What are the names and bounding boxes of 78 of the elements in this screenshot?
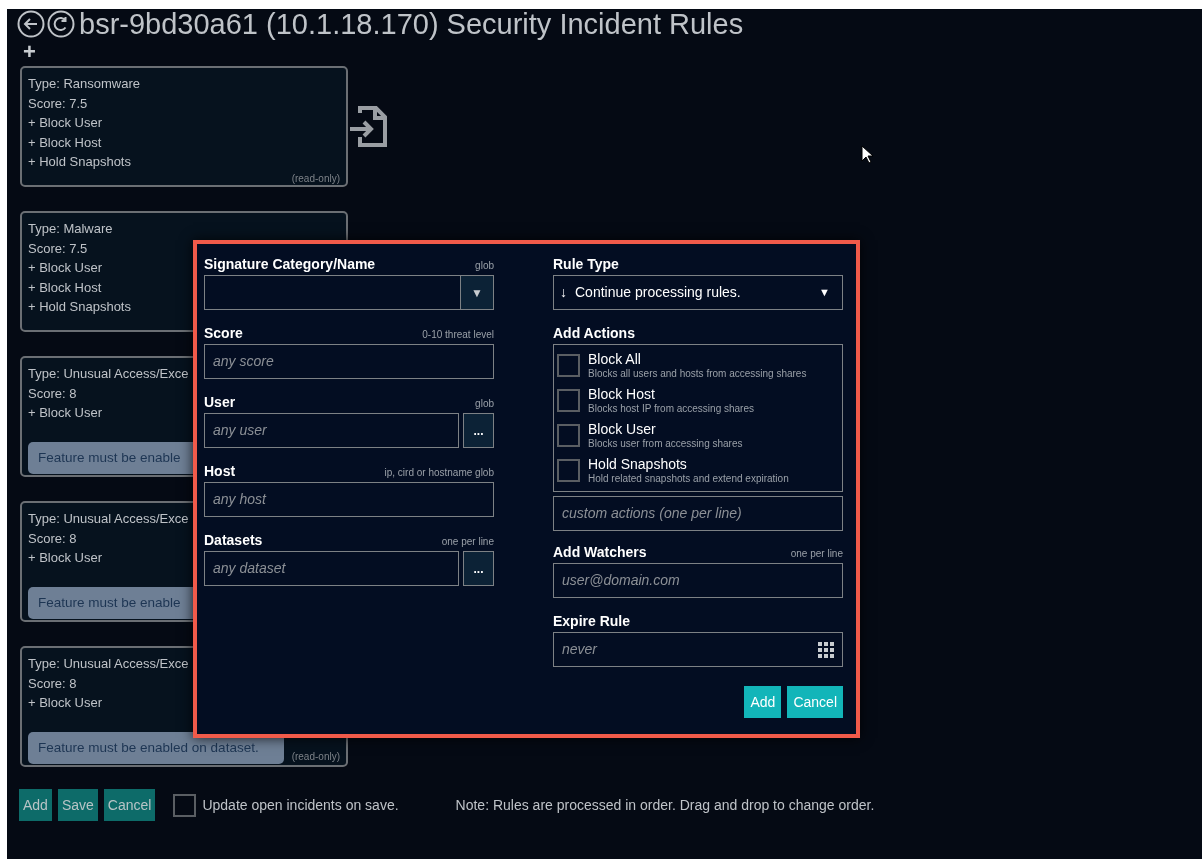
rule-line: + Block User xyxy=(28,114,103,132)
rule-line: + Hold Snapshots xyxy=(28,153,131,171)
caret-icon: ▼ xyxy=(819,284,830,301)
read-only-label: (read-only) xyxy=(291,173,340,184)
field-label: Add Watchers xyxy=(553,545,647,559)
action-description: Hold related snapshots and extend expiration xyxy=(588,472,789,485)
field-hint: glob xyxy=(475,399,494,409)
rule-line: + Block User xyxy=(28,549,103,567)
action-title: Block User xyxy=(588,421,657,437)
rule-line: + Hold Snapshots xyxy=(28,298,131,316)
arrow-down-icon: ↓ xyxy=(560,282,567,303)
rule-line: Score: 8 xyxy=(28,384,77,403)
checkbox-label: Update open incidents on save. xyxy=(202,795,399,815)
select-value: Continue processing rules. xyxy=(575,283,742,302)
action-option[interactable]: Block All Blocks all users and hosts from accessing shares xyxy=(557,351,839,380)
action-option[interactable]: Block Host Blocks host IP from accessing shares xyxy=(557,386,839,415)
checkbox[interactable] xyxy=(557,424,580,447)
date-field[interactable]: never xyxy=(553,632,843,667)
rule-line: Score: 7.5 xyxy=(28,239,88,258)
input-field[interactable]: any score xyxy=(204,344,494,379)
page-title: bsr-9bd30a61 (10.1.18.170) Security Incident Rules xyxy=(79,9,744,39)
rule-type-select[interactable]: ↓ Continue processing rules. ▼ xyxy=(553,275,843,310)
rule-line: Score: 8 xyxy=(28,674,77,693)
action-option[interactable]: Block User Blocks user from accessing shares xyxy=(557,421,839,450)
field-label: User xyxy=(204,395,236,409)
input-field[interactable]: any dataset xyxy=(204,551,459,586)
add-rule-button[interactable]: + xyxy=(23,41,36,63)
rule-line: Type: Unusual Access/Exce xyxy=(28,365,189,383)
input-field[interactable]: user@domain.com xyxy=(553,563,843,598)
rule-line: + Block User xyxy=(28,404,103,422)
input-field[interactable]: custom actions (one per line) xyxy=(553,496,843,531)
input-field[interactable]: any host xyxy=(204,482,494,517)
note-text: Note: Rules are processed in order. Drag and drop to change order. xyxy=(455,795,875,815)
action-option[interactable]: Hold Snapshots Hold related snapshots and extend expiration xyxy=(557,456,839,485)
select-field[interactable]: ▼ xyxy=(204,275,494,310)
caret-icon: ▼ xyxy=(460,276,493,309)
field-label: Expire Rule xyxy=(553,614,631,628)
field-hint: ip, cird or hostname glob xyxy=(384,468,494,478)
refresh-icon[interactable] xyxy=(47,10,75,38)
browse-button[interactable]: ... xyxy=(463,413,494,448)
rule-line: + Block User xyxy=(28,259,103,277)
field-hint: glob xyxy=(475,261,494,271)
action-description: Blocks host IP from accessing shares xyxy=(588,402,754,415)
field-hint: one per line xyxy=(790,549,843,559)
field-label: Datasets xyxy=(204,533,263,547)
calendar-grid-icon xyxy=(818,641,834,658)
feature-notice: Feature must be enabled on dataset. xyxy=(28,732,284,764)
checkbox[interactable] xyxy=(557,389,580,412)
read-only-label: (read-only) xyxy=(291,752,340,762)
rule-line: Type: Unusual Access/Exce xyxy=(28,655,189,673)
footer-button[interactable]: Cancel xyxy=(103,789,156,821)
field-label: Add Actions xyxy=(553,326,635,340)
action-title: Hold Snapshots xyxy=(588,456,688,472)
footer-button[interactable]: Add xyxy=(19,789,52,821)
rule-card[interactable]: Type: Ransomware Score: 7.5 + Block User + Block Host + Hold Snapshots (read-only) xyxy=(20,66,348,187)
checkbox[interactable] xyxy=(557,354,580,377)
action-title: Block All xyxy=(588,351,642,367)
action-description: Blocks all users and hosts from accessing shares xyxy=(588,367,807,380)
back-icon[interactable] xyxy=(17,10,45,38)
checkbox[interactable] xyxy=(173,793,197,817)
field-hint: one per line xyxy=(441,537,494,547)
rule-line: Type: Unusual Access/Exce xyxy=(28,510,189,528)
field-hint: 0-10 threat level xyxy=(422,330,494,340)
rule-line: + Block User xyxy=(28,694,103,712)
browse-button[interactable]: ... xyxy=(463,551,494,586)
action-title: Block Host xyxy=(588,386,656,402)
rule-line: + Block Host xyxy=(28,133,102,152)
field-label: Rule Type xyxy=(553,257,619,271)
action-description: Blocks user from accessing shares xyxy=(588,437,743,450)
rule-line: + Block Host xyxy=(28,278,102,297)
rule-line: Score: 8 xyxy=(28,529,77,548)
rule-line: Score: 7.5 xyxy=(28,94,88,113)
mouse-cursor-icon xyxy=(861,145,874,164)
footer-button[interactable]: Save xyxy=(57,789,98,821)
rule-line: Type: Malware xyxy=(28,220,113,238)
input-field[interactable]: any user xyxy=(204,413,459,448)
rule-line: Type: Ransomware xyxy=(28,75,140,93)
checkbox[interactable] xyxy=(557,459,580,482)
